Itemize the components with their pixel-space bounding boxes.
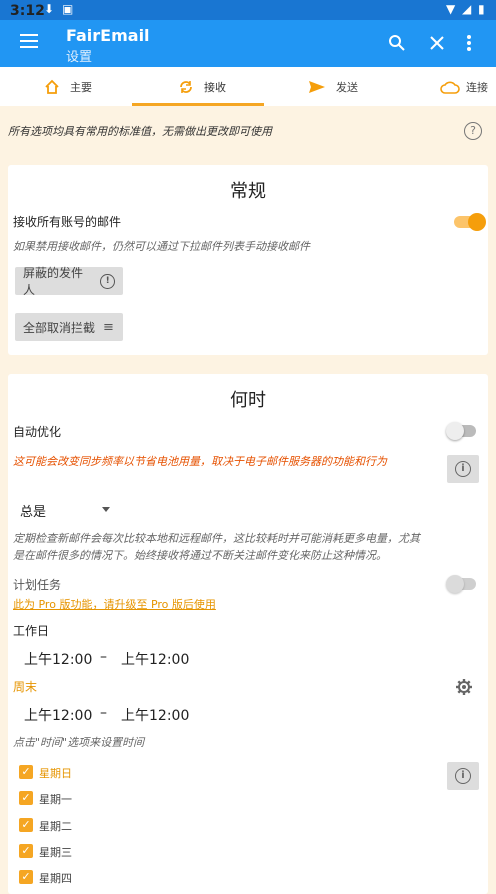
help-icon[interactable]: ? [464, 122, 482, 140]
receive-all-label: 接收所有账号的邮件 [13, 215, 122, 229]
time-hint: 点击"时间"选项来设置时间 [13, 736, 145, 749]
app-bar: FairEmail 设置 [0, 20, 496, 67]
notification-icon: ▣ [62, 2, 74, 16]
receive-all-switch[interactable] [454, 213, 486, 231]
schedule-switch[interactable] [446, 575, 476, 593]
auto-optimize-label: 自动优化 [13, 425, 62, 439]
tab-receive-label: 接收 [204, 80, 226, 94]
blocked-senders-button[interactable]: 屏蔽的发件人 ! [15, 266, 123, 297]
weekend-end-time[interactable]: 上午12:00 [121, 705, 189, 725]
home-icon [45, 79, 59, 94]
receive-all-hint: 如果禁用接收邮件，仍然可以通过下拉邮件列表手动接收邮件 [13, 240, 310, 253]
tab-bar: 主要 接收 发送 连接 [0, 67, 496, 106]
general-card: 常规 接收所有账号的邮件 如果禁用接收邮件，仍然可以通过下拉邮件列表手动接收邮件… [8, 165, 488, 355]
when-card: 何时 自动优化 这可能会改变同步频率以节省电池用量，取决于电子邮件服务器的功能和… [8, 374, 488, 894]
frequency-hint-1: 定期检查新邮件会每次比较本地和远程邮件，这比较耗时并可能消耗更多电量，尤其 [13, 532, 420, 545]
settings-hint: 所有选项均具有常用的标准值，无需做出更改即可使用 [8, 125, 272, 138]
auto-optimize-switch[interactable] [446, 422, 476, 440]
workdays-end-time[interactable]: 上午12:00 [121, 649, 189, 669]
menu-icon[interactable] [20, 34, 38, 48]
list-icon: ≡ [103, 319, 114, 335]
day-label-wednesday: 星期三 [39, 846, 72, 859]
time-dash: – [100, 649, 107, 665]
close-icon[interactable] [430, 36, 444, 50]
search-icon[interactable] [388, 34, 406, 52]
auto-optimize-info-button[interactable]: i [447, 455, 479, 483]
when-title: 何时 [230, 390, 266, 411]
checkbox-tuesday[interactable]: ✓ [19, 818, 33, 832]
sync-icon [180, 80, 192, 93]
download-icon: ⬇ [44, 2, 55, 16]
pro-upgrade-link[interactable]: 此为 Pro 版功能，请升级至 Pro 版后使用 [13, 596, 216, 612]
signal-icon: ◢ [462, 2, 472, 16]
unblock-all-label: 全部取消拦截 [23, 320, 96, 335]
unblock-all-button[interactable]: 全部取消拦截 ≡ [15, 313, 123, 341]
tab-connection-label: 连接 [466, 80, 488, 94]
tab-send[interactable]: 发送 [308, 67, 358, 106]
day-label-sunday: 星期日 [39, 767, 72, 780]
frequency-select[interactable]: 总是 [20, 501, 46, 520]
more-options-icon[interactable] [466, 34, 472, 52]
tab-main-label: 主要 [70, 80, 92, 94]
tab-send-label: 发送 [336, 80, 358, 94]
blocked-senders-label: 屏蔽的发件人 [23, 266, 84, 297]
checkbox-thursday[interactable]: ✓ [19, 870, 33, 884]
gear-icon[interactable] [455, 678, 473, 696]
time-dash: – [100, 705, 107, 721]
tab-connection[interactable]: 连接 [440, 67, 488, 106]
tab-receive[interactable]: 接收 [178, 67, 226, 106]
active-tab-indicator [132, 103, 264, 106]
info-icon: i [455, 461, 471, 477]
auto-optimize-hint: 这可能会改变同步频率以节省电池用量，取决于电子邮件服务器的功能和行为 [13, 455, 387, 468]
weekend-start-time[interactable]: 上午12:00 [24, 705, 92, 725]
frequency-hint-2: 是在邮件很多的情况下。始终接收将通过不断关注邮件变化来防止这种情况。 [13, 549, 387, 562]
day-label-tuesday: 星期二 [39, 820, 72, 833]
general-title: 常规 [230, 181, 266, 202]
workdays-label: 工作日 [13, 624, 50, 638]
send-icon [309, 80, 325, 93]
day-label-thursday: 星期四 [39, 872, 72, 885]
workdays-start-time[interactable]: 上午12:00 [24, 649, 92, 669]
checkbox-monday[interactable]: ✓ [19, 791, 33, 805]
battery-icon: ▮ [478, 2, 485, 16]
chevron-down-icon[interactable] [102, 507, 110, 512]
app-title: FairEmail [66, 26, 150, 45]
status-time: 3:12 [10, 3, 45, 19]
checkbox-wednesday[interactable]: ✓ [19, 844, 33, 858]
wifi-icon: ▼ [446, 2, 456, 16]
day-label-monday: 星期一 [39, 793, 72, 806]
app-subtitle: 设置 [66, 50, 93, 65]
schedule-label: 计划任务 [13, 578, 62, 592]
cloud-icon [440, 81, 460, 94]
tab-main[interactable]: 主要 [44, 67, 92, 106]
alert-icon: ! [100, 273, 115, 289]
checkbox-sunday[interactable]: ✓ [19, 765, 33, 779]
weekend-label: 周末 [13, 680, 38, 694]
days-info-button[interactable]: i [447, 762, 479, 790]
status-bar: 3:12 ⬇ ▣ ▼ ◢ ▮ [0, 0, 496, 20]
info-icon: i [455, 768, 471, 784]
